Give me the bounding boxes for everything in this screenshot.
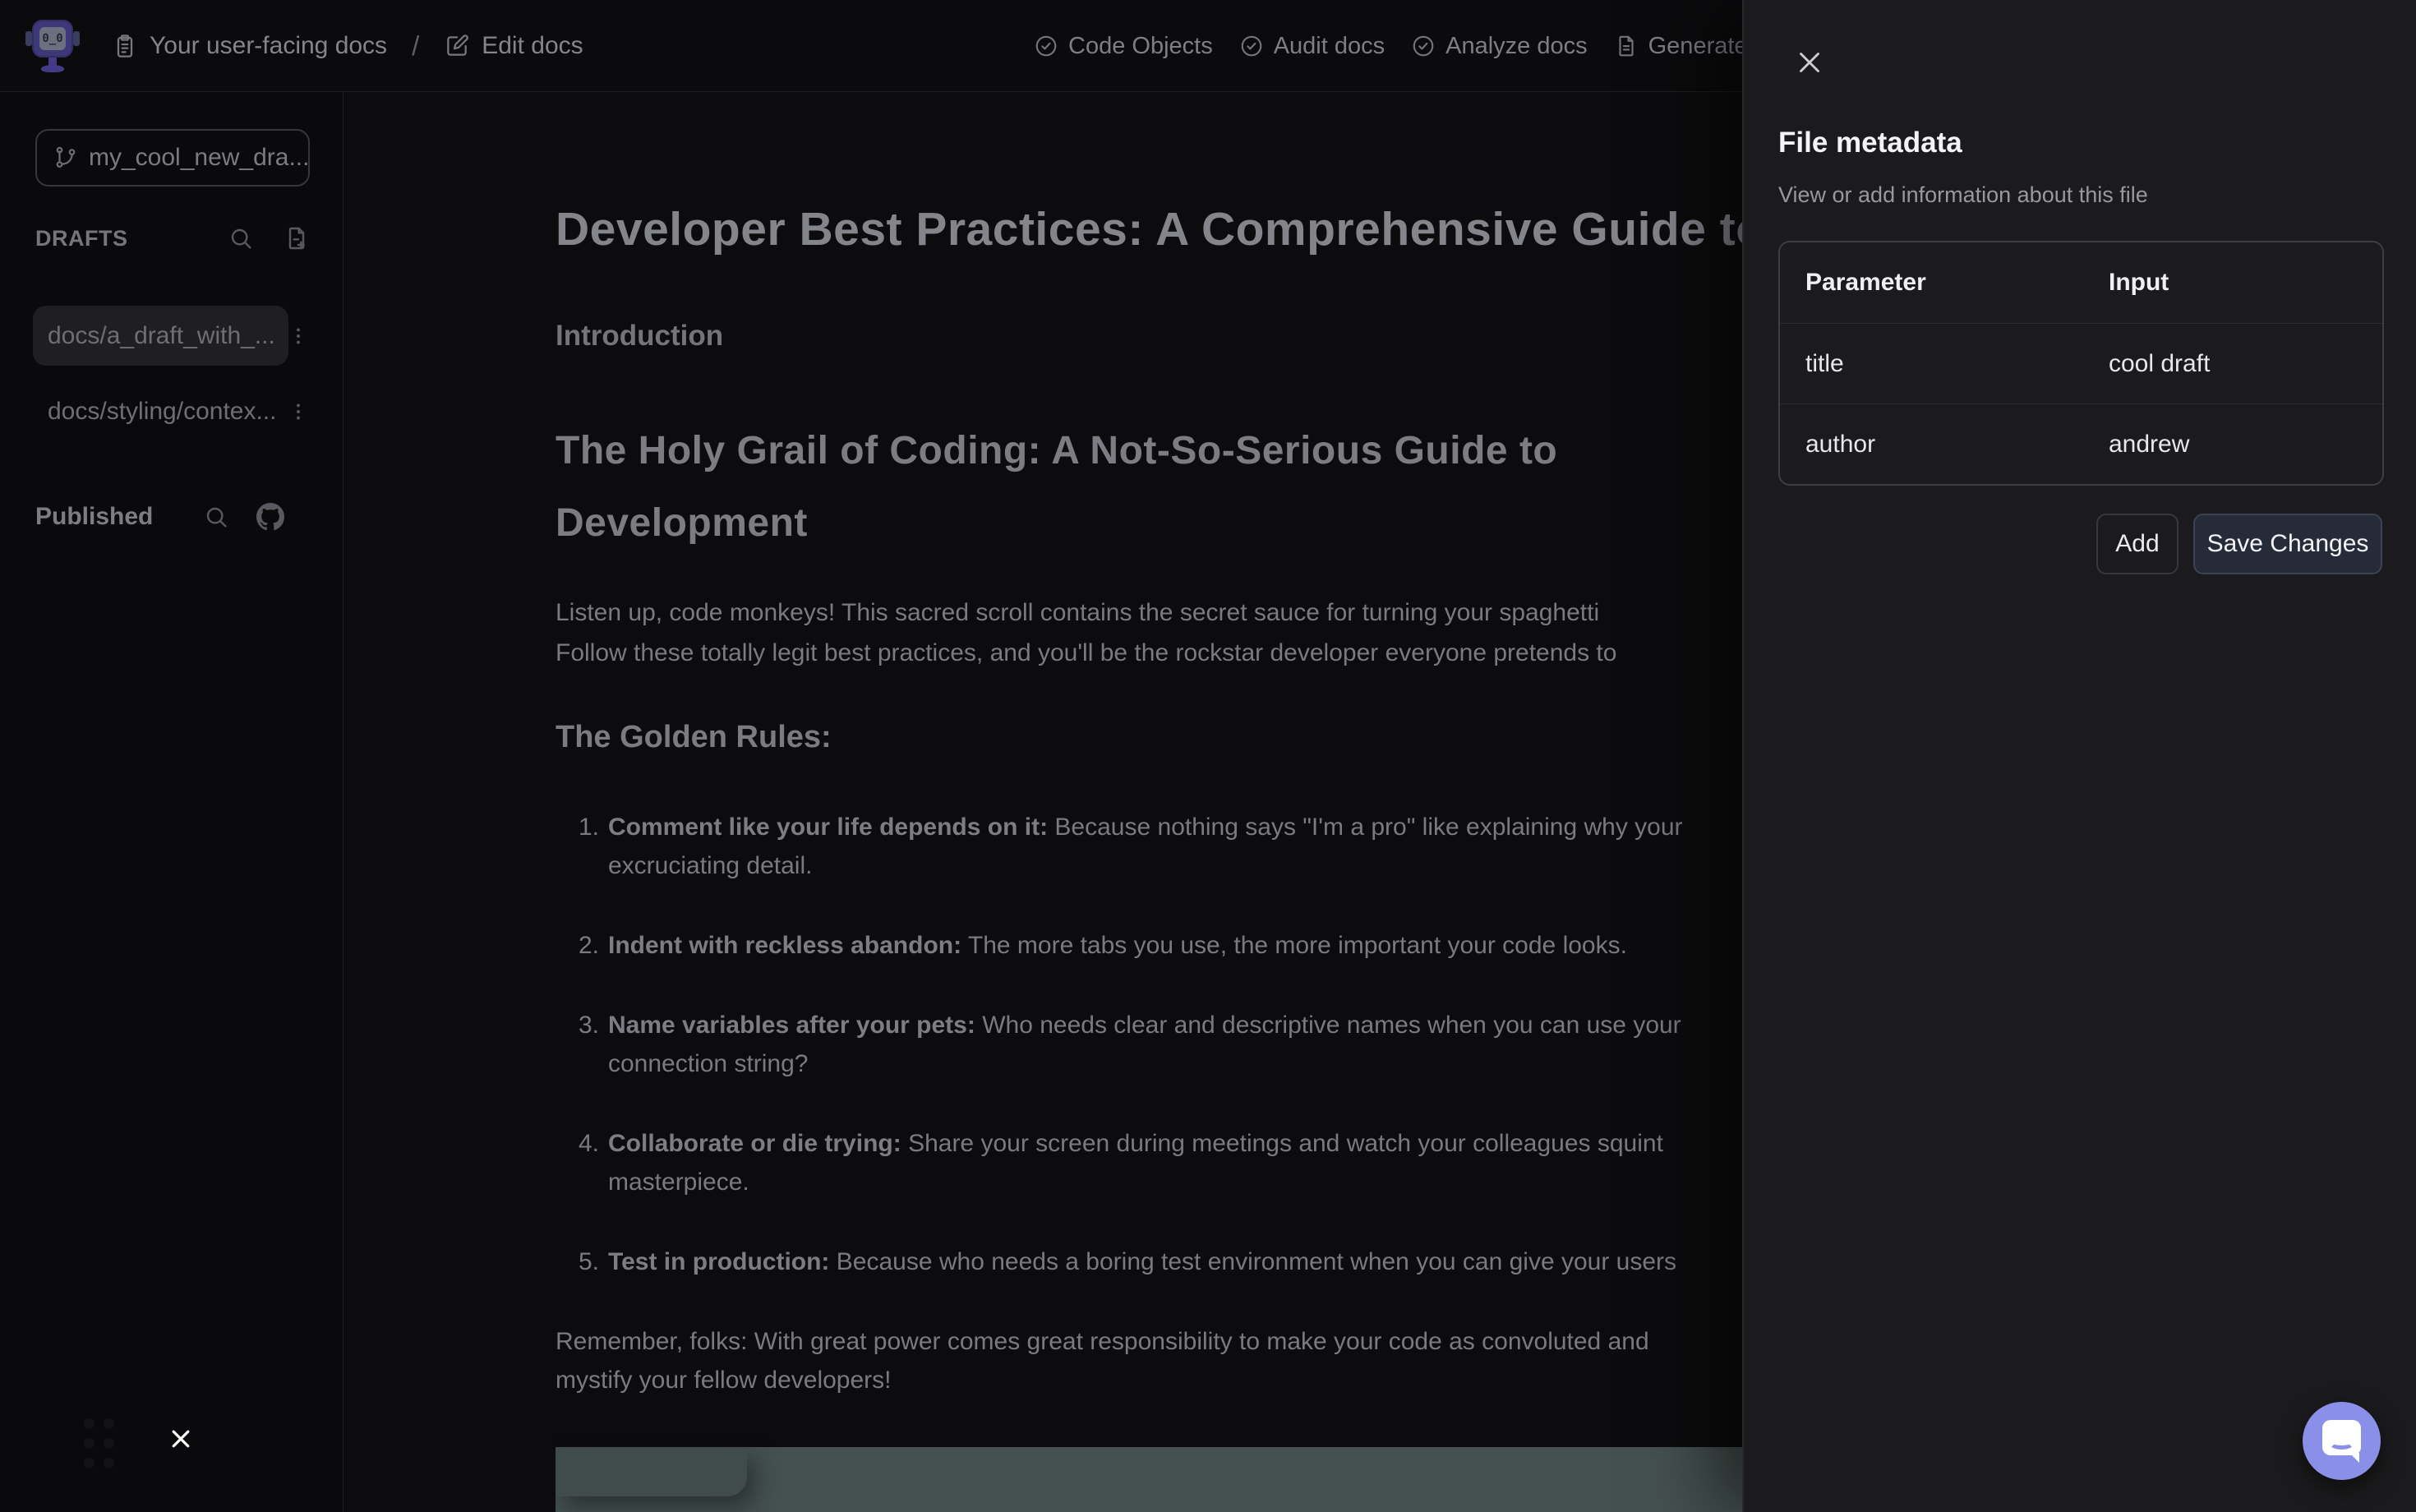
published-heading: Published [35, 503, 153, 531]
draft-item-label[interactable]: docs/a_draft_with_... [33, 306, 288, 366]
breadcrumb-page[interactable]: Edit docs [482, 32, 583, 60]
column-header-parameter: Parameter [1780, 269, 2109, 297]
github-icon[interactable] [256, 503, 284, 531]
topnav: Code Objects Audit docs Analyze docs Gen… [1034, 0, 1805, 92]
draft-item[interactable]: docs/a_draft_with_... [33, 306, 312, 366]
circle-check-icon [1239, 34, 1264, 58]
chat-bubble-icon [2322, 1420, 2361, 1455]
robot-ear-icon [25, 31, 32, 46]
nav-audit-docs[interactable]: Audit docs [1239, 33, 1385, 60]
robot-logo[interactable]: 0_0 [27, 18, 78, 74]
circle-check-icon [1034, 34, 1058, 58]
add-button[interactable]: Add [2096, 514, 2179, 574]
kebab-menu-icon[interactable] [288, 401, 309, 422]
metadata-table: Parameter Input title cool draft author … [1778, 241, 2384, 486]
branch-selector[interactable]: my_cool_new_dra... [35, 129, 310, 187]
breadcrumb: Your user-facing docs / Edit docs [112, 0, 583, 92]
file-icon [1614, 34, 1639, 58]
app: 0_0 Your user-facing docs / Edit docs Co… [0, 0, 2416, 1512]
save-changes-button[interactable]: Save Changes [2193, 514, 2382, 574]
nav-code-objects[interactable]: Code Objects [1034, 33, 1213, 60]
breadcrumb-separator: / [412, 30, 419, 62]
search-published-icon[interactable] [203, 504, 229, 530]
sidebar: my_cool_new_dra... DRAFTS docs/a_draft_w… [0, 92, 343, 1512]
column-header-input: Input [2109, 269, 2382, 297]
chat-smile-icon [2329, 1437, 2354, 1450]
robot-base-icon [41, 65, 64, 72]
search-drafts-icon[interactable] [228, 225, 254, 251]
nav-label: Audit docs [1274, 33, 1385, 60]
kebab-menu-icon[interactable] [288, 325, 309, 347]
widget-close-icon[interactable] [168, 1427, 193, 1451]
input-cell: andrew [2109, 431, 2382, 459]
table-row: title cool draft [1780, 323, 2382, 403]
circle-check-icon [1411, 34, 1436, 58]
chat-launcher-button[interactable] [2303, 1402, 2381, 1480]
nav-analyze-docs[interactable]: Analyze docs [1411, 33, 1588, 60]
robot-head-icon: 0_0 [32, 20, 73, 58]
drag-handle-dots-icon[interactable] [84, 1418, 115, 1469]
nav-label: Analyze docs [1445, 33, 1588, 60]
file-metadata-panel: File metadata View or add information ab… [1742, 0, 2416, 1512]
draft-item-label[interactable]: docs/styling/contex... [33, 381, 288, 441]
table-row: author andrew [1780, 403, 2382, 484]
robot-face-icon: 0_0 [39, 27, 66, 50]
close-icon[interactable] [1791, 44, 1828, 81]
git-branch-icon [53, 145, 78, 170]
drafts-header: DRAFTS [35, 220, 310, 256]
clipboard-icon [112, 33, 138, 59]
edit-icon [444, 33, 470, 59]
panel-actions: Add Save Changes [2096, 514, 2382, 574]
embedded-screenshot-image [556, 1447, 1870, 1512]
panel-subtitle: View or add information about this file [1778, 182, 2148, 208]
param-cell: author [1780, 431, 2109, 459]
drafts-heading: DRAFTS [35, 226, 128, 251]
published-header: Published [35, 499, 284, 535]
table-header-row: Parameter Input [1780, 242, 2382, 323]
input-cell: cool draft [2109, 350, 2382, 378]
robot-ear-icon [73, 31, 80, 46]
breadcrumb-section[interactable]: Your user-facing docs [150, 32, 387, 60]
panel-title: File metadata [1778, 127, 1962, 159]
branch-label: my_cool_new_dra... [89, 144, 309, 172]
embedded-image-tile [556, 1447, 747, 1496]
nav-label: Code Objects [1068, 33, 1213, 60]
draft-item[interactable]: docs/styling/contex... [33, 381, 312, 441]
new-draft-icon[interactable] [284, 225, 310, 251]
param-cell: title [1780, 350, 2109, 378]
